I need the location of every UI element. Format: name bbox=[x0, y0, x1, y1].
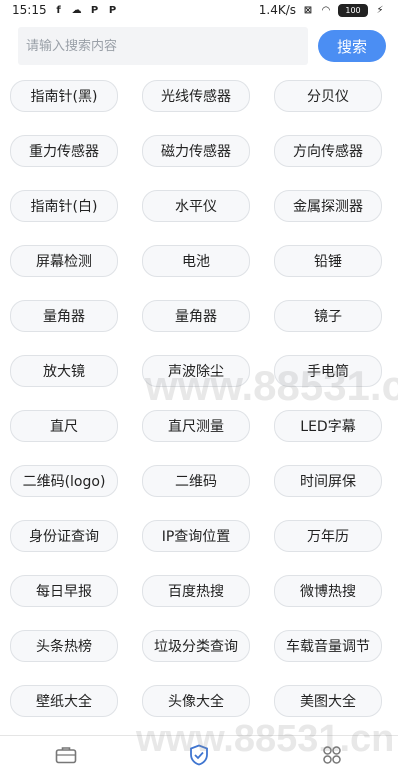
shield-check-icon bbox=[190, 744, 208, 766]
tool-button[interactable]: 头像大全 bbox=[142, 685, 250, 717]
tool-grid: 指南针(黑) 光线传感器 分贝仪重力传感器 磁力传感器 方向传感器指南针(白) 水平仪 金属… bbox=[10, 80, 390, 772]
tool-button[interactable]: 车载音量调节 bbox=[274, 630, 382, 662]
tool-button[interactable]: 每日早报 bbox=[10, 575, 118, 607]
tool-button[interactable]: 头条热榜 bbox=[10, 630, 118, 662]
charging-icon: ⚡ bbox=[376, 4, 384, 16]
tool-button[interactable]: 重力传感器 bbox=[10, 135, 118, 167]
tool-button[interactable]: 金属探测器 bbox=[274, 190, 382, 222]
search-bar: 搜索 bbox=[0, 24, 398, 68]
nav-security[interactable] bbox=[169, 736, 229, 774]
bottom-nav bbox=[0, 735, 398, 774]
tool-button[interactable]: 磁力传感器 bbox=[142, 135, 250, 167]
status-bar: 15:15 f ☁ P P 1.4K/s ⊠ ◠ 100 ⚡ bbox=[0, 0, 398, 20]
tool-button[interactable]: 方向传感器 bbox=[274, 135, 382, 167]
tool-button[interactable]: 指南针(白) bbox=[10, 190, 118, 222]
cloud-icon: ☁ bbox=[71, 4, 82, 16]
search-input[interactable] bbox=[18, 27, 308, 65]
tool-button[interactable]: LED字幕 bbox=[274, 410, 382, 442]
status-right: 1.4K/s ⊠ ◠ 100 ⚡ bbox=[259, 3, 386, 17]
tool-button[interactable]: 垃圾分类查询 bbox=[142, 630, 250, 662]
tool-button[interactable]: 量角器 bbox=[10, 300, 118, 332]
tool-button[interactable]: 放大镜 bbox=[10, 355, 118, 387]
tool-button[interactable]: 分贝仪 bbox=[274, 80, 382, 112]
tool-button[interactable]: 电池 bbox=[142, 245, 250, 277]
tool-button[interactable]: 手电筒 bbox=[274, 355, 382, 387]
grid-icon bbox=[322, 746, 341, 764]
tool-button[interactable]: 量角器 bbox=[142, 300, 250, 332]
tool-button[interactable]: 壁纸大全 bbox=[10, 685, 118, 717]
network-speed: 1.4K/s bbox=[258, 3, 296, 17]
tool-button[interactable]: 美图大全 bbox=[274, 685, 382, 717]
tool-button[interactable]: 时间屏保 bbox=[274, 465, 382, 497]
tool-button[interactable]: 直尺测量 bbox=[142, 410, 250, 442]
search-button[interactable]: 搜索 bbox=[318, 30, 386, 62]
facebook-icon: f bbox=[56, 4, 61, 16]
p-icon: P bbox=[108, 4, 117, 16]
status-time: 15:15 bbox=[12, 3, 47, 17]
tool-button[interactable]: 二维码 bbox=[142, 465, 250, 497]
tool-button[interactable]: 指南针(黑) bbox=[10, 80, 118, 112]
status-left: 15:15 f ☁ P P bbox=[12, 3, 119, 17]
tool-button[interactable]: 镜子 bbox=[274, 300, 382, 332]
battery-icon: 100 bbox=[338, 3, 368, 17]
tool-button[interactable]: 百度热搜 bbox=[142, 575, 250, 607]
tool-button[interactable]: 微博热搜 bbox=[274, 575, 382, 607]
tool-button[interactable]: 光线传感器 bbox=[142, 80, 250, 112]
tool-button[interactable]: 屏幕检测 bbox=[10, 245, 118, 277]
wifi-icon: ◠ bbox=[322, 4, 330, 16]
p-icon: P bbox=[90, 4, 99, 16]
sim-disabled-icon: ⊠ bbox=[303, 4, 313, 16]
tool-button[interactable]: 水平仪 bbox=[142, 190, 250, 222]
tool-button[interactable]: IP查询位置 bbox=[142, 520, 250, 552]
tool-button[interactable]: 直尺 bbox=[10, 410, 118, 442]
tool-button[interactable]: 二维码(logo) bbox=[10, 465, 118, 497]
nav-tools[interactable] bbox=[36, 736, 96, 774]
briefcase-icon bbox=[56, 747, 77, 764]
nav-more[interactable] bbox=[302, 736, 362, 774]
tool-button[interactable]: 万年历 bbox=[274, 520, 382, 552]
tool-button[interactable]: 身份证查询 bbox=[10, 520, 118, 552]
tool-button[interactable]: 声波除尘 bbox=[142, 355, 250, 387]
tool-button[interactable]: 铅锤 bbox=[274, 245, 382, 277]
